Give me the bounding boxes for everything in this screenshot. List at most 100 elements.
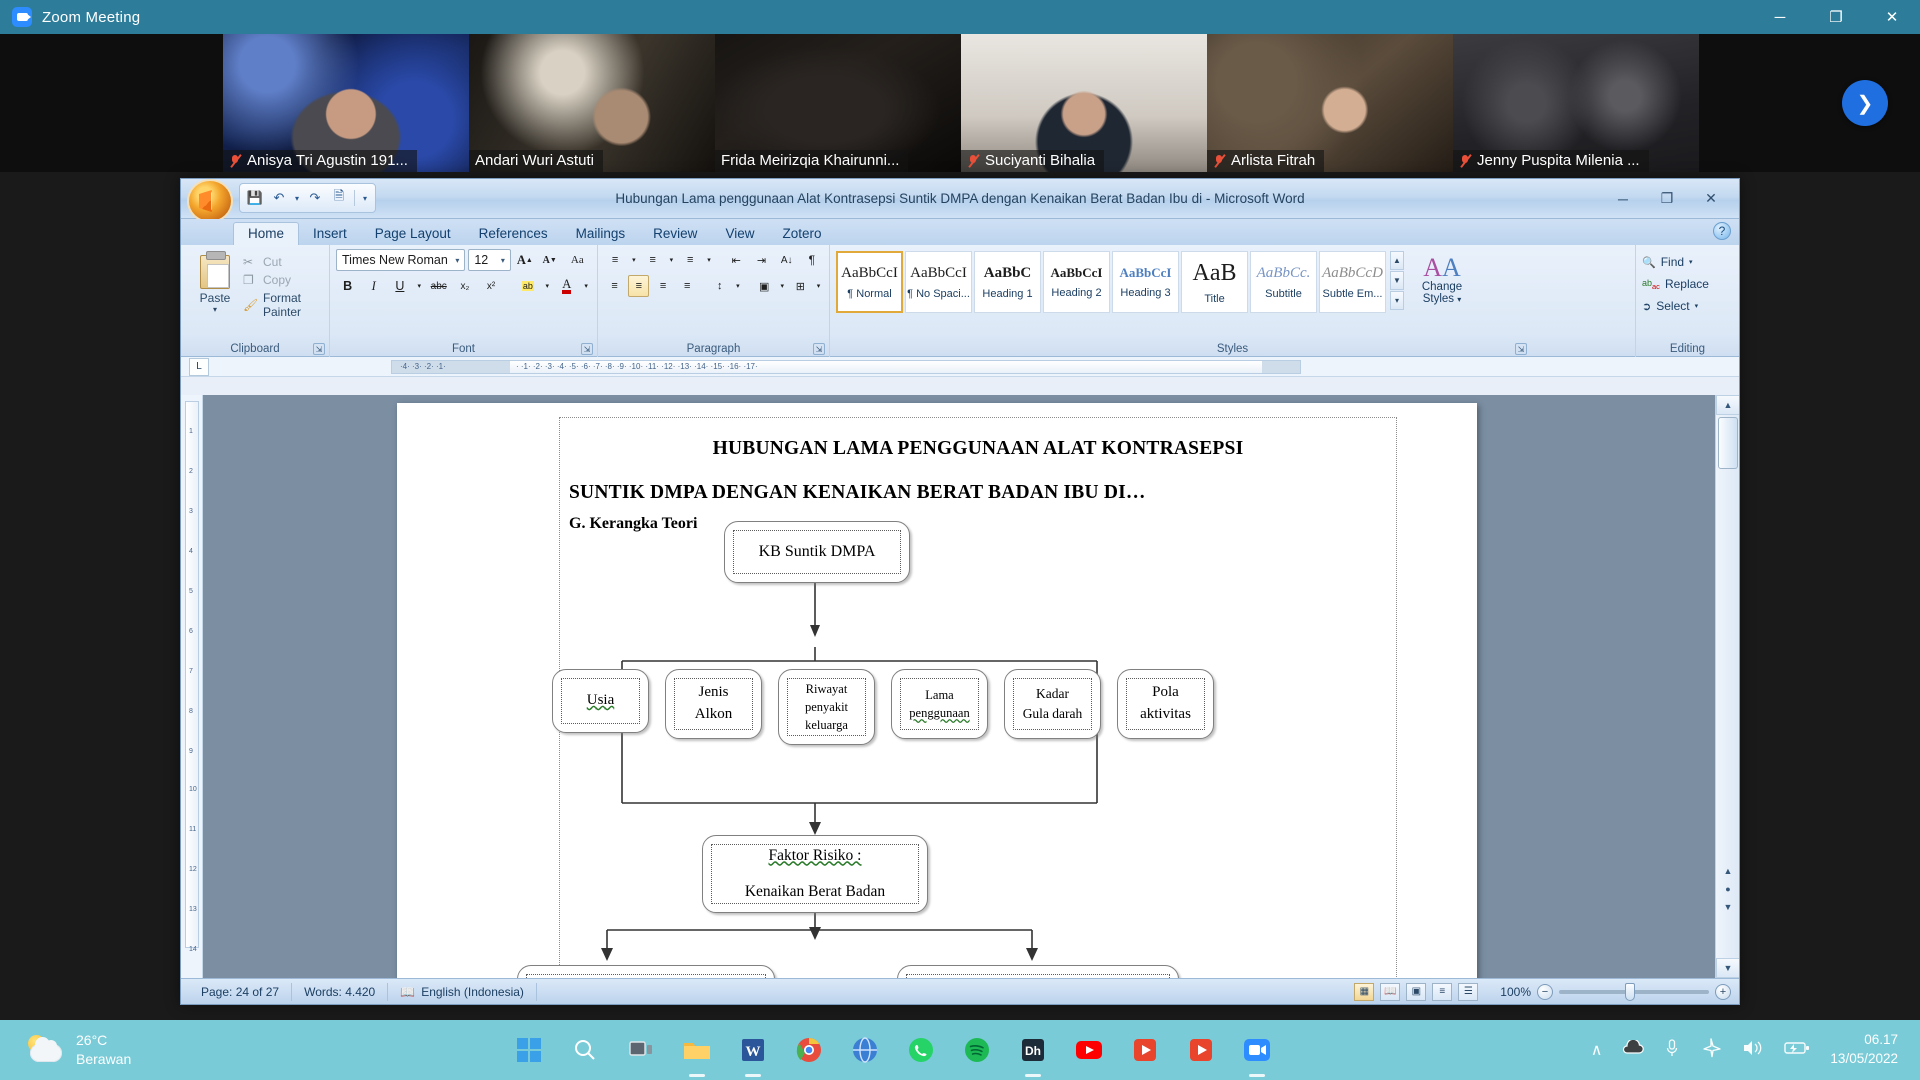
- grow-font-button[interactable]: A ▲: [514, 249, 536, 271]
- next-page-button[interactable]: ▼: [1718, 898, 1738, 916]
- style-normal[interactable]: AaBbCcI ¶ Normal: [836, 251, 903, 313]
- document-page[interactable]: HUBUNGAN LAMA PENGGUNAAN ALAT KONTRASEPS…: [397, 403, 1477, 978]
- flow-node-factor-2[interactable]: Jenis Alkon: [665, 669, 762, 739]
- shading-button[interactable]: ▣: [754, 275, 775, 297]
- font-size-combobox[interactable]: 12 ▾: [468, 249, 511, 271]
- decrease-indent-button[interactable]: ⇤: [725, 249, 747, 271]
- flow-node-outcome-treated[interactable]: Jika ditangani Mencegah obesitas pada wa…: [517, 965, 775, 978]
- zoom-minimize-button[interactable]: ─: [1752, 0, 1808, 34]
- flow-node-outcome-untreated[interactable]: Jika tidak ditangani akan berdampak pada…: [897, 965, 1179, 978]
- zoom-out-button[interactable]: −: [1537, 983, 1553, 1000]
- task-view-icon[interactable]: [620, 1029, 662, 1071]
- replace-button[interactable]: abac Replace: [1642, 273, 1733, 295]
- flow-node-factor-1[interactable]: Usia: [552, 669, 649, 733]
- scrollbar-thumb[interactable]: [1718, 417, 1738, 469]
- change-case-button[interactable]: Aa: [564, 249, 591, 271]
- subscript-button[interactable]: x₂: [453, 275, 476, 297]
- style-heading-1[interactable]: AaBbC Heading 1: [974, 251, 1041, 313]
- tab-mailings[interactable]: Mailings: [562, 223, 640, 245]
- airplane-icon[interactable]: [1700, 1037, 1722, 1063]
- clock[interactable]: 06.17 13/05/2022: [1830, 1031, 1898, 1069]
- zoom-in-button[interactable]: +: [1715, 983, 1731, 1000]
- cloud-icon[interactable]: [1622, 1038, 1645, 1061]
- styles-scroll-down-button[interactable]: ▼: [1390, 271, 1404, 290]
- previous-page-button[interactable]: ▲: [1718, 862, 1738, 880]
- strikethrough-button[interactable]: abc: [427, 275, 450, 297]
- zoom-maximize-button[interactable]: ❐: [1808, 0, 1864, 34]
- participant-tile[interactable]: Anisya Tri Agustin 191...: [223, 34, 469, 172]
- redo-icon[interactable]: ↷: [304, 187, 326, 209]
- page-indicator[interactable]: Page: 24 of 27: [189, 982, 293, 1001]
- font-dialog-launcher[interactable]: ⇲: [581, 343, 593, 355]
- participant-tile[interactable]: Suciyanti Bihalia: [961, 34, 1207, 172]
- file-explorer-icon[interactable]: [676, 1029, 718, 1071]
- justify-button[interactable]: ≡: [677, 275, 698, 297]
- participant-tile[interactable]: Arlista Fitrah: [1207, 34, 1453, 172]
- zoom-slider[interactable]: [1559, 982, 1709, 1001]
- word-minimize-button[interactable]: ─: [1601, 186, 1645, 212]
- paragraph-dialog-launcher[interactable]: ⇲: [813, 343, 825, 355]
- line-spacing-button[interactable]: ↕: [709, 275, 730, 297]
- youtube-icon[interactable]: [1068, 1029, 1110, 1071]
- zoom-slider-thumb[interactable]: [1625, 982, 1635, 1001]
- cut-button[interactable]: Cut: [243, 255, 323, 269]
- tab-home[interactable]: Home: [233, 222, 300, 245]
- outline-view-button[interactable]: ≡: [1432, 982, 1453, 1001]
- flow-node-risk[interactable]: Faktor Risiko : Kenaikan Berat Badan: [702, 835, 928, 913]
- underline-dropdown-icon[interactable]: ▾: [414, 275, 424, 297]
- borders-dropdown-icon[interactable]: ▾: [814, 275, 823, 297]
- word-icon[interactable]: W: [732, 1029, 774, 1071]
- zoom-icon[interactable]: [1236, 1029, 1278, 1071]
- word-restore-button[interactable]: ❐: [1645, 186, 1689, 212]
- increase-indent-button[interactable]: ⇥: [750, 249, 772, 271]
- style-heading-2[interactable]: AaBbCcI Heading 2: [1043, 251, 1110, 313]
- change-styles-button[interactable]: AA Change Styles ▾: [1406, 251, 1478, 306]
- tab-review[interactable]: Review: [639, 223, 711, 245]
- paste-button[interactable]: Paste ▾: [187, 249, 243, 357]
- participant-tile[interactable]: Jenny Puspita Milenia ...: [1453, 34, 1699, 172]
- participant-tile-active-speaker[interactable]: Frida Meirizqia Khairunni...: [715, 34, 961, 172]
- multilevel-list-button[interactable]: ≡: [679, 249, 701, 271]
- word-count[interactable]: Words: 4.420: [292, 982, 389, 1001]
- align-center-button[interactable]: ≡: [628, 275, 650, 297]
- text-highlight-color-button[interactable]: ab: [516, 275, 539, 297]
- show-formatting-marks-button[interactable]: ¶: [801, 249, 823, 271]
- speaker-icon[interactable]: [1742, 1039, 1764, 1062]
- tab-references[interactable]: References: [465, 223, 562, 245]
- sort-button[interactable]: A↓: [776, 249, 798, 271]
- scroll-down-button[interactable]: ▼: [1716, 958, 1739, 978]
- scroll-up-button[interactable]: ▲: [1716, 395, 1739, 415]
- flow-node-factor-5[interactable]: Kadar Gula darah: [1004, 669, 1101, 739]
- word-close-button[interactable]: ✕: [1689, 186, 1733, 212]
- underline-button[interactable]: U: [388, 275, 411, 297]
- font-name-combobox[interactable]: Times New Roman ▾: [336, 249, 466, 271]
- zoom-level-label[interactable]: 100%: [1500, 985, 1531, 999]
- select-button[interactable]: ➲ Select ▾: [1642, 295, 1733, 317]
- copy-button[interactable]: Copy: [243, 273, 323, 287]
- undo-icon[interactable]: ↶: [268, 187, 290, 209]
- align-right-button[interactable]: ≡: [652, 275, 673, 297]
- align-left-button[interactable]: ≡: [604, 275, 625, 297]
- tab-page-layout[interactable]: Page Layout: [361, 223, 465, 245]
- bold-button[interactable]: B: [336, 275, 359, 297]
- participant-tile[interactable]: Andari Wuri Astuti: [469, 34, 715, 172]
- styles-dialog-launcher[interactable]: ⇲: [1515, 343, 1527, 355]
- shrink-font-button[interactable]: A ▼: [539, 249, 561, 271]
- styles-scroll-up-button[interactable]: ▲: [1390, 251, 1404, 270]
- start-icon[interactable]: [508, 1029, 550, 1071]
- borders-button[interactable]: ⊞: [790, 275, 811, 297]
- horizontal-ruler[interactable]: ·4· ·3· ·2· ·1· · ·1· ·2· ·3· ·4· ·5· ·6…: [391, 359, 1301, 374]
- bullets-dropdown-icon[interactable]: ▾: [629, 249, 638, 271]
- line-spacing-dropdown-icon[interactable]: ▾: [733, 275, 742, 297]
- spotify-icon[interactable]: [956, 1029, 998, 1071]
- multilevel-dropdown-icon[interactable]: ▾: [704, 249, 713, 271]
- select-browse-object-button[interactable]: ●: [1718, 880, 1738, 898]
- customize-icon[interactable]: ▾: [359, 187, 371, 209]
- video-player-icon[interactable]: [1180, 1029, 1222, 1071]
- numbering-button[interactable]: ≡: [642, 249, 664, 271]
- whatsapp-icon[interactable]: [900, 1029, 942, 1071]
- superscript-button[interactable]: x²: [479, 275, 502, 297]
- shading-dropdown-icon[interactable]: ▾: [778, 275, 787, 297]
- office-button[interactable]: [187, 179, 233, 223]
- battery-icon[interactable]: [1784, 1040, 1810, 1061]
